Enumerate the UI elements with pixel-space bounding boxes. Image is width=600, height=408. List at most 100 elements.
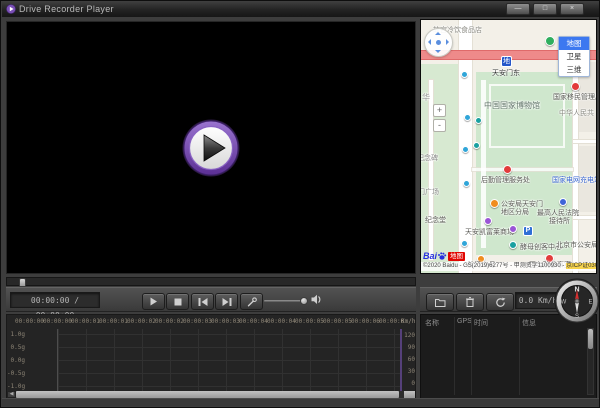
poi-bus-stop[interactable]	[461, 71, 468, 78]
table-column-divider	[454, 317, 455, 395]
poi-marker-immigration[interactable]	[571, 82, 580, 91]
poi-marker-logistics[interactable]	[503, 165, 512, 174]
map-type-satellite[interactable]: 卫星	[559, 50, 589, 63]
chart-x-tick: 00:00:05	[295, 318, 324, 325]
map-label-museum: 中国国家博物馆	[484, 100, 540, 111]
table-header-time: 时间	[474, 318, 488, 328]
open-file-button[interactable]	[426, 293, 454, 311]
poi-marker-police-branch[interactable]	[490, 199, 499, 208]
stop-button[interactable]	[166, 293, 189, 310]
left-arrow-icon: ◀	[10, 392, 14, 397]
next-button[interactable]	[215, 293, 238, 310]
scrollbar-thumb[interactable]	[16, 391, 399, 398]
map-label-charging-station: 国家电网充电站	[552, 175, 597, 185]
baidu-map-badge: 地图	[448, 252, 465, 261]
event-table: 名称 GPS 时间 信息	[420, 314, 597, 399]
chart-x-tick: 00:00:03	[183, 318, 212, 325]
map-label-police-branch-2: 地区分局	[501, 207, 529, 217]
pan-center-icon[interactable]	[436, 40, 441, 45]
baidu-logo: Bai 地图	[423, 251, 465, 261]
compass-west-label: W	[561, 300, 567, 306]
chart-speed-tick: 90	[403, 344, 415, 351]
chart-speed-tick: 60	[403, 356, 415, 363]
poi-bus-stop[interactable]	[461, 240, 468, 247]
chart-x-tick: 00:00:03	[211, 318, 240, 325]
chart-x-tick: 00:00:00	[15, 318, 44, 325]
parking-icon: P	[523, 226, 533, 236]
play-button[interactable]	[142, 293, 165, 310]
map-panel[interactable]: 故宫冷饮食品店 华 地 天安门东 中国国家博物馆 中华人民共 国家移民管理局 后…	[420, 19, 597, 274]
pan-down-arrow-icon[interactable]	[435, 50, 441, 53]
map-copyright: ©2020 Baidu - GS(2019)6277号 - 甲测资字110093…	[421, 262, 597, 271]
chart-speed-tick: 30	[403, 368, 415, 375]
table-header-info: 信息	[522, 318, 536, 328]
poi-bus-stop[interactable]	[464, 114, 471, 121]
poi-bus-stop[interactable]	[462, 146, 469, 153]
maximize-button[interactable]: □	[533, 3, 557, 15]
scrollbar-left-arrow[interactable]: ◀	[7, 391, 16, 398]
poi-subway-exit[interactable]	[473, 142, 480, 149]
poi-marker-purple[interactable]	[509, 225, 517, 233]
video-panel	[6, 21, 416, 274]
poi-bus-stop[interactable]	[463, 180, 470, 187]
minimize-button[interactable]: —	[506, 3, 530, 15]
speaker-icon	[311, 294, 323, 305]
chart-unit-label: Km/h	[401, 318, 415, 325]
table-vertical-scrollbar[interactable]	[587, 328, 594, 395]
previous-button[interactable]	[191, 293, 214, 310]
window-controls: — □ ×	[506, 3, 584, 15]
map-road	[472, 168, 573, 171]
map-label-monument-partial: 纪念碑	[420, 153, 438, 163]
pan-left-arrow-icon[interactable]	[428, 39, 431, 45]
chart-plot-area	[57, 329, 402, 393]
map-label-mall: 天安凯富莱商场	[465, 227, 514, 237]
map-label-memorial-partial: 纪念堂	[425, 215, 446, 225]
table-scrollbar-thumb[interactable]	[588, 329, 593, 349]
table-column-divider	[471, 317, 472, 395]
close-button[interactable]: ×	[560, 3, 584, 15]
volume-slider-thumb[interactable]	[300, 297, 308, 305]
gsensor-chart-panel: 00:00:00 00:00:00 00:00:01 00:00:01 00:0…	[6, 314, 416, 399]
window-bottom-edge	[2, 398, 600, 406]
chart-g-tick: 1.0g	[7, 331, 25, 338]
poi-marker-purple[interactable]	[484, 217, 492, 225]
map-label-square-partial: 门广场	[420, 187, 439, 197]
poi-marker-green[interactable]	[545, 36, 555, 46]
table-header-gps: GPS	[457, 318, 472, 325]
previous-icon	[198, 298, 208, 306]
map-zoom-out-button[interactable]: -	[433, 119, 446, 132]
refresh-button[interactable]	[486, 293, 514, 311]
map-type-selector: 地图 卫星 三维	[558, 36, 590, 77]
baidu-paw-icon	[437, 251, 447, 261]
pan-right-arrow-icon[interactable]	[446, 39, 449, 45]
pan-up-arrow-icon[interactable]	[435, 32, 441, 35]
poi-subway-exit[interactable]	[475, 117, 482, 124]
seek-bar[interactable]	[6, 277, 416, 286]
chart-horizontal-scrollbar[interactable]: ◀	[7, 391, 415, 398]
wrench-icon	[247, 297, 257, 307]
map-type-3d[interactable]: 三维	[559, 63, 589, 76]
title-bar: Drive Recorder Player — □ ×	[2, 1, 600, 17]
chart-x-tick: 00:00:04	[239, 318, 268, 325]
map-label-prc-partial: 中华人民共	[559, 108, 594, 118]
tools-button[interactable]	[240, 293, 263, 310]
map-type-map[interactable]: 地图	[559, 37, 589, 50]
play-overlay-button[interactable]	[181, 118, 241, 178]
seek-handle[interactable]	[19, 278, 26, 287]
compass-east-label: E	[588, 300, 592, 306]
chart-g-tick: 0.5g	[7, 344, 25, 351]
poi-marker-court[interactable]	[559, 198, 567, 206]
window-title: Drive Recorder Player	[19, 4, 114, 14]
map-label-immigration: 国家移民管理局	[553, 92, 597, 102]
map-pan-control[interactable]	[424, 28, 453, 57]
map-zoom-in-button[interactable]: +	[433, 104, 446, 117]
stop-icon	[174, 298, 182, 306]
chart-x-tick: 00:00:01	[71, 318, 100, 325]
poi-marker-maker-center[interactable]	[509, 241, 517, 249]
next-icon	[222, 298, 232, 306]
chart-x-tick: 00:00:02	[155, 318, 184, 325]
chart-speed-tick: 120	[403, 332, 415, 339]
time-display: 00:00:00 / 00:00:00	[10, 292, 100, 308]
map-road	[573, 140, 597, 143]
delete-button[interactable]	[456, 293, 484, 311]
